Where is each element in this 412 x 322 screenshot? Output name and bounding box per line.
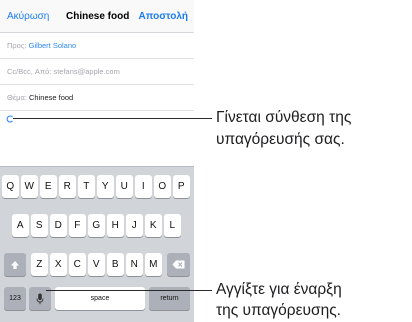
mic-callout-line-1: Αγγίξτε για έναρξη bbox=[216, 281, 342, 298]
key-f[interactable]: F bbox=[69, 214, 86, 237]
key-h[interactable]: H bbox=[107, 214, 124, 237]
keyboard: QWERTYUIOP ASDFGHJKL ZXCVBNM 123 space r… bbox=[0, 166, 194, 322]
key-b[interactable]: B bbox=[107, 253, 124, 276]
key-a[interactable]: A bbox=[12, 214, 29, 237]
key-l[interactable]: L bbox=[164, 214, 181, 237]
key-j[interactable]: J bbox=[126, 214, 143, 237]
delete-key[interactable] bbox=[167, 253, 190, 276]
key-p[interactable]: P bbox=[173, 175, 190, 198]
compose-title: Chinese food bbox=[66, 11, 130, 22]
mail-compose-screen: Ακύρωση Chinese food Αποστολή Προς: Gilb… bbox=[0, 0, 194, 322]
cc-field-row: Cc/Bcc, Από: stefans@apple.com bbox=[7, 59, 120, 84]
message-body[interactable] bbox=[0, 111, 194, 165]
shift-icon bbox=[11, 260, 19, 269]
key-r[interactable]: R bbox=[59, 175, 76, 198]
key-k[interactable]: K bbox=[145, 214, 162, 237]
key-i[interactable]: I bbox=[135, 175, 152, 198]
subject-value[interactable]: Chinese food bbox=[29, 93, 73, 102]
dictation-callout-line bbox=[13, 118, 212, 119]
numbers-key[interactable]: 123 bbox=[4, 287, 26, 310]
key-w[interactable]: W bbox=[21, 175, 38, 198]
key-e[interactable]: E bbox=[40, 175, 57, 198]
mic-callout-line bbox=[46, 290, 212, 291]
key-n[interactable]: N bbox=[126, 253, 143, 276]
key-v[interactable]: V bbox=[88, 253, 105, 276]
key-c[interactable]: C bbox=[69, 253, 86, 276]
key-y[interactable]: Y bbox=[97, 175, 114, 198]
key-d[interactable]: D bbox=[50, 214, 67, 237]
microphone-icon bbox=[36, 293, 44, 304]
key-m[interactable]: M bbox=[145, 253, 162, 276]
to-label: Προς: bbox=[7, 41, 27, 50]
subject-field-row: Θέμα: Chinese food bbox=[7, 85, 73, 110]
subject-label: Θέμα: bbox=[7, 93, 27, 102]
subject-field[interactable]: Θέμα: Chinese food bbox=[0, 85, 194, 111]
to-recipient[interactable]: Gilbert Solano bbox=[29, 41, 77, 50]
mic-callout-line-2: της υπαγόρευσης. bbox=[216, 302, 341, 319]
dictation-spinner-icon bbox=[6, 115, 13, 123]
compose-navbar: Ακύρωση Chinese food Αποστολή bbox=[0, 0, 194, 33]
key-o[interactable]: O bbox=[154, 175, 171, 198]
cancel-button[interactable]: Ακύρωση bbox=[7, 11, 49, 22]
key-u[interactable]: U bbox=[116, 175, 133, 198]
shift-key[interactable] bbox=[4, 253, 26, 276]
dictation-callout-line-1: Γίνεται σύνθεση της bbox=[216, 109, 352, 126]
key-x[interactable]: X bbox=[50, 253, 67, 276]
key-g[interactable]: G bbox=[88, 214, 105, 237]
cc-bcc-from-field[interactable]: Cc/Bcc, Από: stefans@apple.com bbox=[0, 59, 194, 85]
send-button[interactable]: Αποστολή bbox=[138, 11, 188, 22]
key-s[interactable]: S bbox=[31, 214, 48, 237]
from-address: stefans@apple.com bbox=[53, 67, 120, 76]
dictation-callout-line-2: υπαγόρευσής σας. bbox=[216, 131, 345, 148]
to-field[interactable]: Προς: Gilbert Solano bbox=[0, 33, 194, 59]
key-q[interactable]: Q bbox=[2, 175, 19, 198]
to-field-row: Προς: Gilbert Solano bbox=[7, 33, 76, 58]
cc-label: Cc/Bcc, Από: bbox=[7, 67, 52, 76]
key-t[interactable]: T bbox=[78, 175, 95, 198]
key-z[interactable]: Z bbox=[31, 253, 48, 276]
delete-icon bbox=[172, 260, 185, 269]
